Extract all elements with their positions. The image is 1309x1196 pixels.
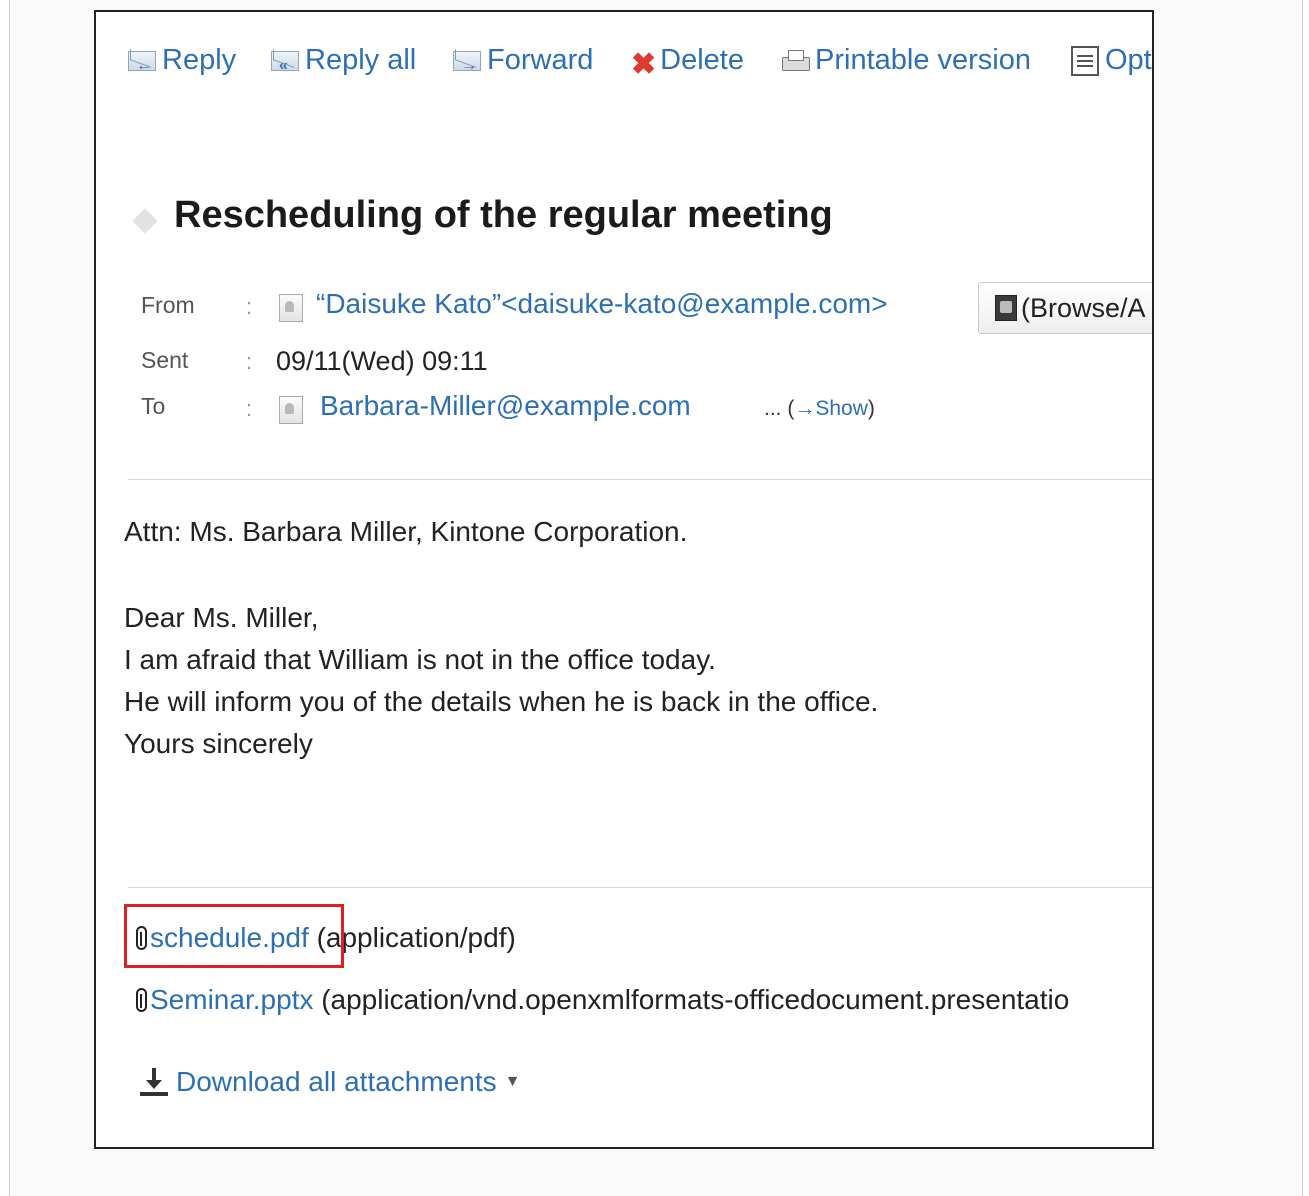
attachments-divider [128,887,1152,888]
from-label: From [141,292,195,318]
from-colon: : [246,294,253,319]
download-all-button[interactable]: Download all attachments ▼ [138,1066,520,1098]
reply-all-button[interactable]: « Reply all [269,44,416,77]
reply-icon: ← [126,47,160,75]
to-label: To [141,393,166,419]
body-line: He will inform you of the details when h… [124,686,879,717]
sent-label: Sent [141,347,189,373]
to-address-link[interactable]: Barbara-Miller@example.com [320,390,691,422]
attachment-link[interactable]: Seminar.pptx [150,984,313,1015]
address-book-icon [995,295,1017,321]
from-address-link[interactable]: “Daisuke Kato”<daisuke-kato@example.com> [316,288,888,320]
reply-all-label: Reply all [305,44,417,76]
options-label: Opt [1105,44,1152,76]
mail-view: ← Reply « Reply all → Forward ✖ Delete P… [94,10,1154,1149]
delete-button[interactable]: ✖ Delete [631,44,744,81]
forward-label: Forward [487,44,594,76]
attachment-type: (application/vnd.openxmlformats-officedo… [313,984,1070,1015]
reply-label: Reply [162,44,237,76]
sent-datetime: 09/11(Wed) 09:11 [276,346,488,376]
show-recipients: ... (→Show) [764,397,875,421]
attachment-item: Seminar.pptx (application/vnd.openxmlfor… [136,984,1069,1016]
download-icon [138,1066,170,1098]
highlight-annotation [124,904,344,968]
body-line: Attn: Ms. Barbara Miller, Kintone Corpor… [124,516,688,547]
options-icon [1071,45,1099,76]
body-line: Dear Ms. Miller, [124,602,319,633]
delete-icon: ✖ [631,47,657,81]
options-button[interactable]: Opt [1071,44,1152,77]
to-colon: : [246,396,253,421]
chevron-down-icon: ▼ [504,1073,521,1090]
body-line: I am afraid that William is not in the o… [124,644,716,675]
printable-version-button[interactable]: Printable version [779,44,1031,77]
to-close-text: ) [867,397,875,420]
browse-address-button[interactable]: (Browse/A [978,282,1152,334]
body-line: Yours sincerely [124,728,313,759]
to-more-text: ... ( [764,397,795,420]
subject-bullet-icon [132,208,158,234]
browse-address-label: (Browse/A [1021,292,1146,323]
forward-icon: → [451,47,485,75]
sent-colon: : [246,349,253,374]
paperclip-icon [136,988,147,1012]
reply-button[interactable]: ← Reply [126,44,236,77]
show-recipients-link[interactable]: →Show [794,397,868,420]
delete-label: Delete [660,44,744,76]
forward-button[interactable]: → Forward [451,44,593,77]
sender-user-icon [279,294,303,322]
printable-version-label: Printable version [815,44,1031,76]
reply-all-icon: « [269,47,303,75]
download-all-label: Download all attachments [176,1066,497,1097]
recipient-user-icon [279,396,303,424]
printer-icon [779,47,813,75]
header-divider [128,479,1152,480]
message-subject: Rescheduling of the regular meeting [174,194,833,236]
